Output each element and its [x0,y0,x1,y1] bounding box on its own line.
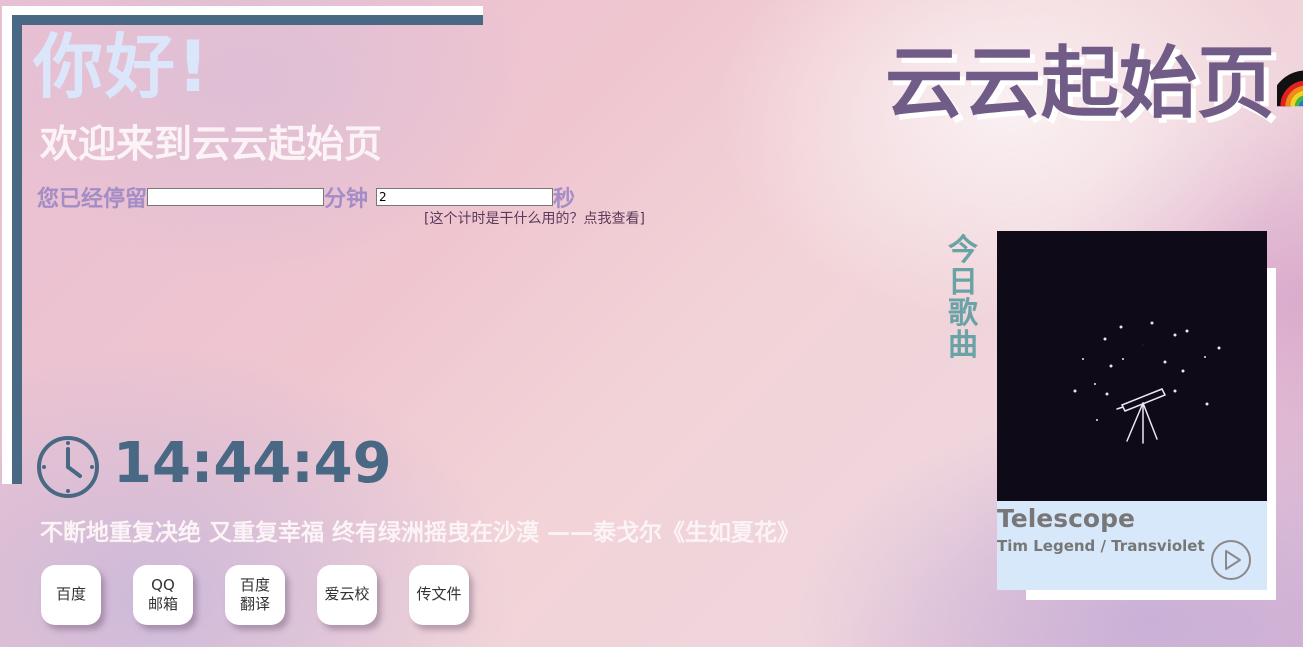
link-label: 传文件 [416,585,462,604]
frame-top-bar [12,15,483,25]
label-char: 今 [948,233,978,268]
link-baidu-button[interactable]: 百度 [41,565,101,625]
rainbow-icon [1277,70,1303,107]
hello-heading: 你好! [33,26,211,108]
timer-help-link[interactable]: [这个计时是干什么用的？点我查看] [424,208,645,228]
album-cover-image [997,231,1267,501]
link-label: 百度 [55,585,86,604]
song-artist: Tim Legend / Transviolet [997,537,1205,555]
minutes-field[interactable] [147,188,325,206]
link-file-transfer-button[interactable]: 传文件 [409,565,469,625]
music-card: Telescope Tim Legend / Transviolet [997,231,1267,590]
current-time: 14:44:49 [113,431,392,496]
link-baidu-translate-button[interactable]: 百度 翻译 [225,565,285,625]
stay-prefix-label: 您已经停留 [37,187,148,212]
label-char: 歌 [948,296,978,331]
play-icon[interactable] [1210,539,1252,581]
today-song-label: 今 日 歌 曲 [945,235,981,361]
song-title: Telescope [997,504,1135,533]
clock-icon [37,436,99,498]
link-qqmail-button[interactable]: QQ 邮箱 [133,565,193,625]
seconds-field[interactable] [376,188,554,206]
minute-unit-label: 分钟 [324,187,369,212]
link-aiyunxiao-button[interactable]: 爱云校 [317,565,377,625]
daily-quote: 不断地重复决绝 又重复幸福 终有绿洲摇曳在沙漠 ——泰戈尔《生如夏花》 [40,520,801,546]
label-char: 曲 [948,327,978,363]
site-title-text: 云云起始页 [885,39,1276,129]
link-label: 百度 翻译 [239,575,270,614]
site-title: 云云起始页 [885,39,1303,129]
frame-left-bar [12,15,22,484]
link-label: 爱云校 [324,585,370,604]
quick-links: 百度 QQ 邮箱 百度 翻译 爱云校 传文件 [41,565,469,625]
label-char: 日 [948,264,978,300]
welcome-heading: 欢迎来到云云起始页 [40,122,383,166]
link-label: QQ 邮箱 [147,575,178,614]
